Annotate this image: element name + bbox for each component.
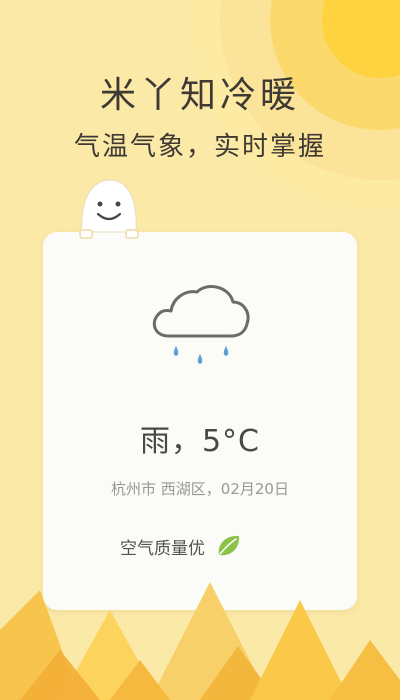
air-quality-label: 空气质量优 xyxy=(120,538,205,559)
rain-cloud-icon xyxy=(152,285,250,364)
leaf-icon xyxy=(218,535,240,556)
location-date: 杭州市 西湖区，02月20日 xyxy=(111,480,289,498)
mascot-smile-icon xyxy=(79,179,139,239)
tree-silhouettes xyxy=(0,582,400,700)
app-slogan-title: 米丫知冷暖 xyxy=(99,75,300,116)
temperature-condition: 雨，5°C xyxy=(139,424,261,459)
air-quality-row: 空气质量优 xyxy=(120,532,241,560)
app-slogan-subtitle: 气温气象，实时掌握 xyxy=(73,132,326,162)
